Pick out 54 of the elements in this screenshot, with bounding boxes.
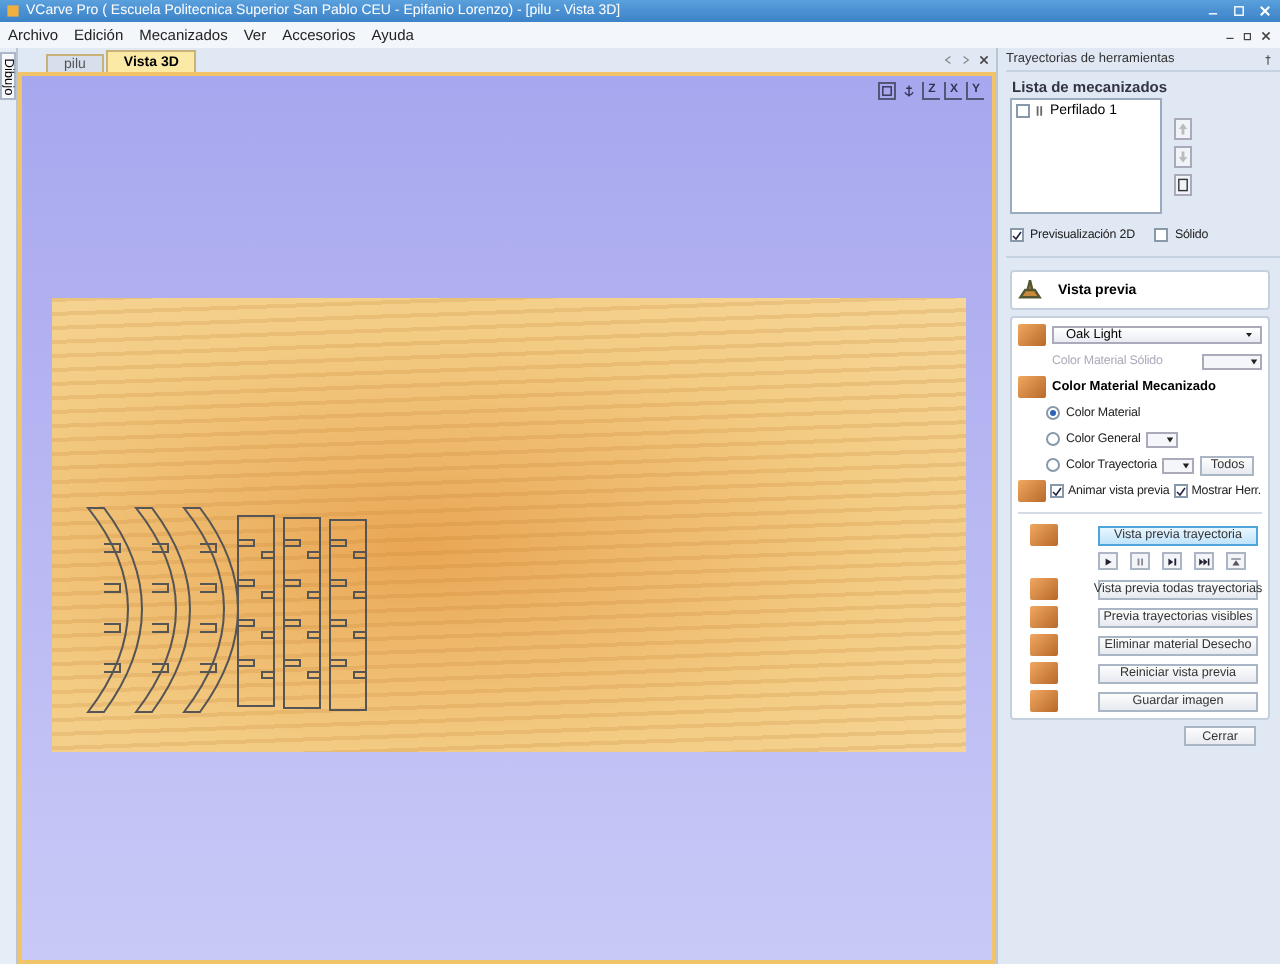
info-button[interactable] (1174, 174, 1192, 196)
scroll-right-icon (960, 54, 972, 66)
checkmark-icon (1052, 485, 1062, 497)
playback-button[interactable] (1194, 552, 1214, 570)
radio-button[interactable] (1046, 406, 1060, 420)
restore-icon (1242, 29, 1254, 41)
color-picker[interactable] (1202, 353, 1262, 369)
document-icon (1176, 178, 1190, 192)
close-icon (1260, 29, 1272, 41)
frame-icon (880, 84, 894, 98)
maximize-icon (1231, 4, 1245, 18)
pause-icon (1134, 555, 1146, 567)
checkbox[interactable] (1154, 228, 1169, 242)
maximize-button[interactable] (1228, 4, 1248, 18)
close-icon (978, 54, 990, 66)
arrow-up-icon (1176, 122, 1190, 136)
anchor-icon (902, 84, 916, 98)
wood-swatch-icon (1030, 634, 1058, 656)
checkmark-icon (1012, 229, 1022, 241)
dropdown-icon (1250, 357, 1258, 365)
checkbox[interactable] (1016, 104, 1030, 118)
color-picker[interactable] (1146, 431, 1179, 447)
radio-button[interactable] (1046, 458, 1060, 472)
playback-button[interactable] (1098, 552, 1118, 570)
wood-swatch-icon (1030, 690, 1058, 712)
close-button[interactable] (1254, 4, 1274, 18)
wood-swatch-icon (1018, 480, 1046, 502)
play-icon (1102, 555, 1114, 567)
dropdown-icon (1182, 461, 1191, 469)
wood-swatch-icon (1030, 578, 1058, 600)
wood-swatch-icon (1030, 662, 1058, 684)
close-icon (1257, 4, 1271, 18)
step-forward-icon (1166, 555, 1178, 567)
checkbox[interactable] (1010, 228, 1024, 242)
wood-swatch-icon (1018, 324, 1046, 346)
playback-button[interactable] (1226, 552, 1246, 570)
arrow-down-icon (1176, 150, 1190, 164)
checkmark-icon (1175, 485, 1186, 497)
preview-tool-icon (1018, 278, 1042, 302)
wood-swatch-icon (1030, 606, 1058, 628)
radio-button[interactable] (1046, 432, 1060, 446)
playback-button[interactable] (1162, 552, 1182, 570)
dropdown-icon (1244, 330, 1254, 340)
checkbox[interactable] (1173, 484, 1188, 498)
fast-forward-icon (1198, 555, 1210, 567)
scroll-left-icon (942, 54, 954, 66)
anchor-view-button[interactable] (900, 82, 918, 100)
wood-swatch-icon (1018, 376, 1046, 398)
wood-swatch-icon (1030, 524, 1058, 546)
checkbox[interactable] (1050, 484, 1064, 498)
app-logo-icon (6, 4, 20, 18)
color-picker[interactable] (1162, 457, 1195, 473)
zoom-extents-button[interactable] (878, 82, 896, 100)
dropdown-icon (1166, 435, 1175, 443)
